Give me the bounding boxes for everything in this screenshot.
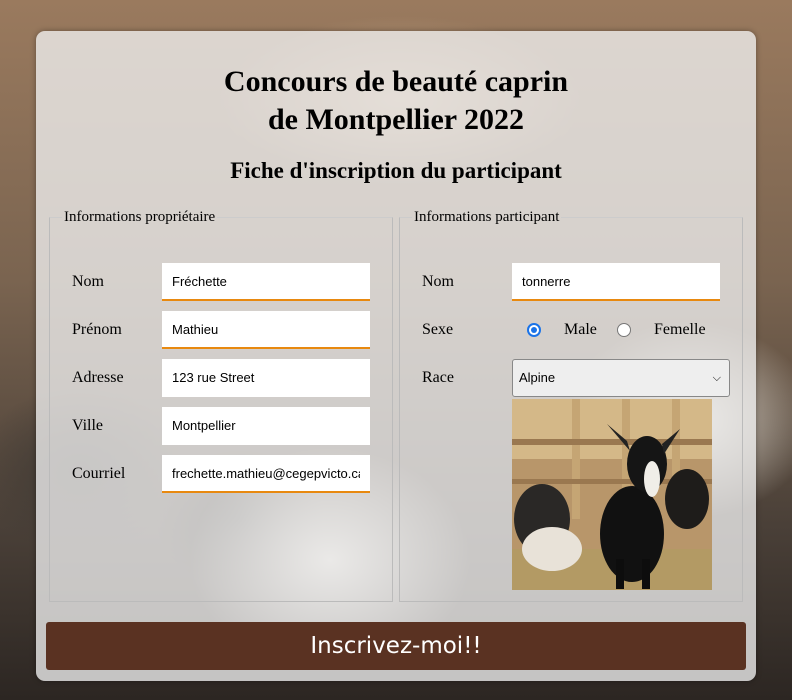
registration-form: Concours de beauté caprin de Montpellier…	[36, 31, 756, 681]
owner-city-label: Ville	[72, 417, 104, 434]
owner-email-row: Courriel	[72, 455, 392, 493]
participant-fieldset: Informations participant Nom Sexe Male F…	[399, 209, 743, 602]
participant-name-input[interactable]	[512, 263, 720, 301]
goat-photo	[512, 399, 712, 590]
owner-legend: Informations propriétaire	[64, 209, 216, 225]
goat-photo-illustration	[512, 399, 712, 590]
participant-race-label: Race	[422, 369, 454, 386]
owner-lastname-label: Nom	[72, 273, 104, 290]
page-title: Concours de beauté caprin de Montpellier…	[36, 63, 756, 139]
title-line-1: Concours de beauté caprin	[223, 65, 569, 98]
participant-legend: Informations participant	[414, 209, 560, 225]
owner-lastname-input[interactable]	[162, 263, 370, 301]
participant-sex-label: Sexe	[422, 321, 454, 338]
participant-sex-row: Sexe Male Femelle	[422, 311, 742, 349]
sex-male-radio[interactable]	[527, 323, 541, 337]
race-select-value: Alpine	[519, 370, 556, 385]
owner-firstname-input[interactable]	[162, 311, 370, 349]
sex-female-radio[interactable]	[617, 323, 631, 337]
chevron-down-icon: ⌵	[712, 372, 721, 384]
race-select[interactable]: Alpine ⌵	[512, 359, 730, 397]
owner-address-row: Adresse	[72, 359, 392, 397]
owner-firstname-label: Prénom	[72, 321, 122, 338]
owner-lastname-row: Nom	[72, 263, 392, 301]
form-subtitle: Fiche d'inscription du participant	[230, 158, 562, 183]
participant-name-row: Nom	[422, 263, 742, 301]
owner-address-label: Adresse	[72, 369, 124, 386]
owner-city-row: Ville	[72, 407, 392, 445]
owner-firstname-row: Prénom	[72, 311, 392, 349]
title-line-2: de Montpellier 2022	[267, 103, 525, 136]
participant-name-label: Nom	[422, 273, 454, 290]
sex-female-label[interactable]: Femelle	[654, 321, 706, 339]
owner-address-input[interactable]	[162, 359, 370, 397]
owner-fieldset: Informations propriétaire Nom Prénom Adr…	[49, 209, 393, 602]
owner-email-input[interactable]	[162, 455, 370, 493]
sex-male-label[interactable]: Male	[564, 321, 597, 339]
owner-city-input[interactable]	[162, 407, 370, 445]
owner-email-label: Courriel	[72, 465, 126, 482]
participant-race-row: Race Alpine ⌵	[422, 359, 742, 397]
submit-button[interactable]: Inscrivez-moi!!	[46, 622, 746, 670]
